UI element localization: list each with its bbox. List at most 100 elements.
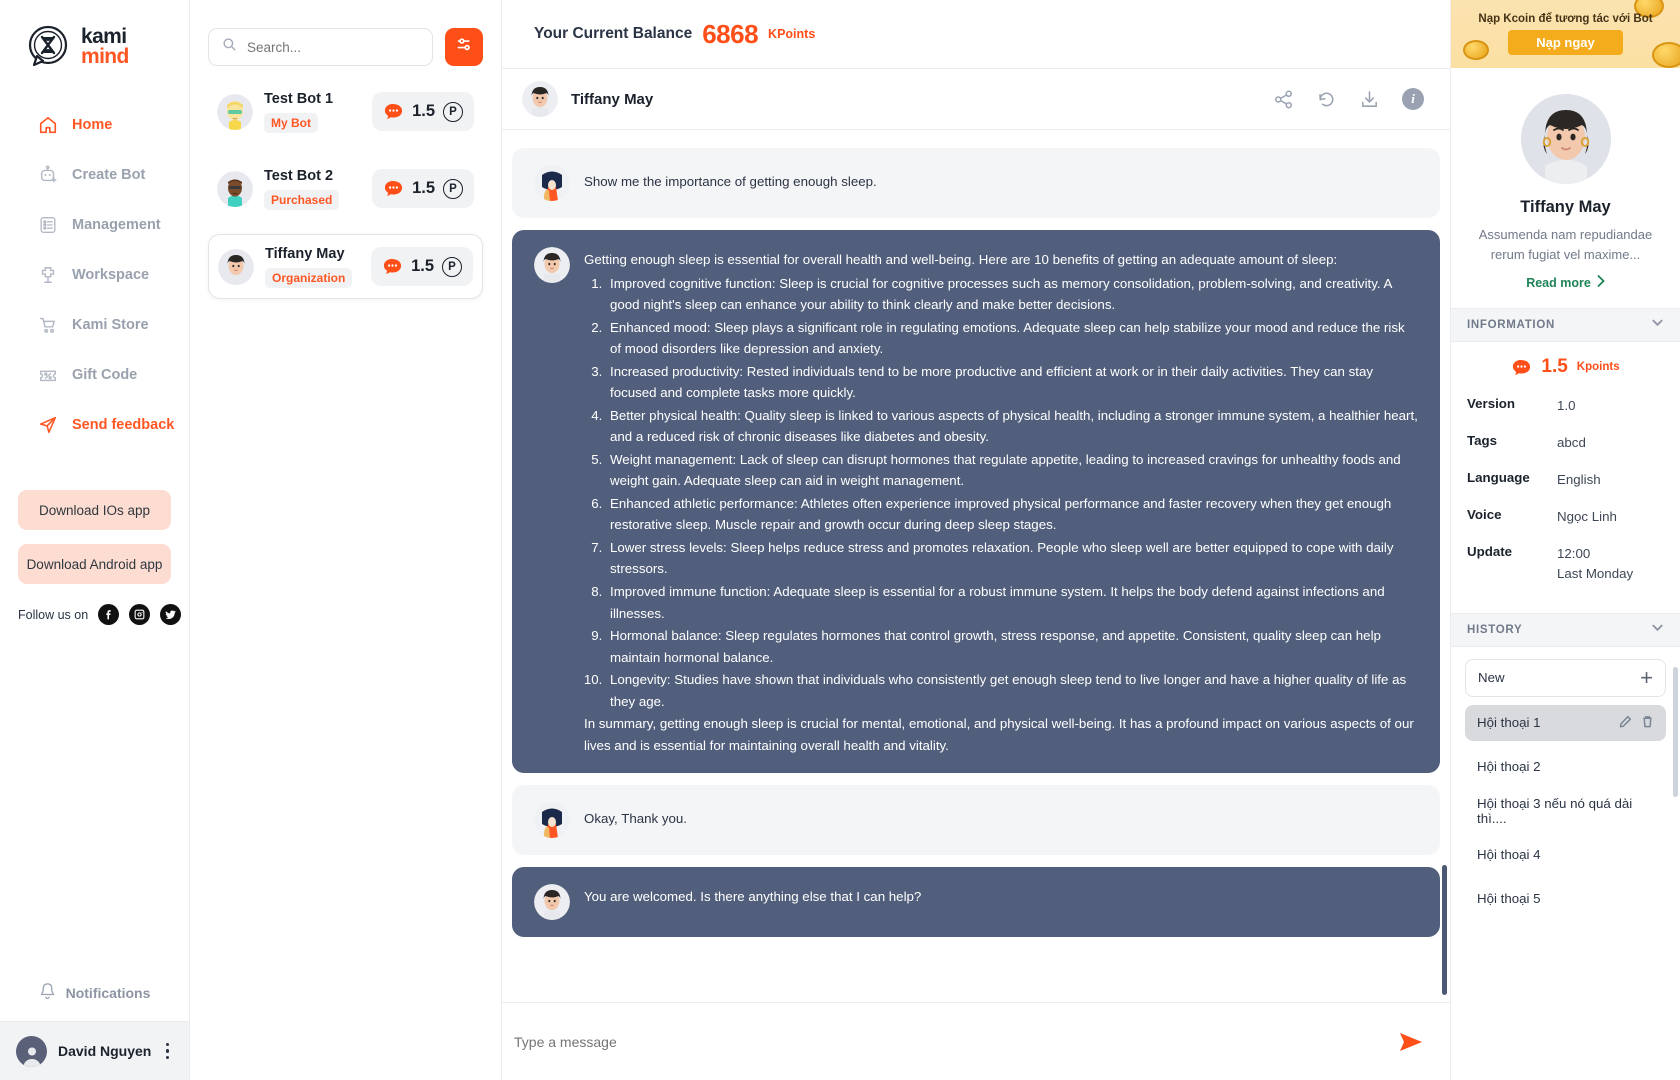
bot-avatar xyxy=(534,247,570,283)
chat-message-user: Okay, Thank you. xyxy=(512,785,1440,856)
history-item[interactable]: Hội thoại 3 nếu nó quá dài thì.... xyxy=(1465,793,1666,829)
bot-price-value: 1.5 xyxy=(412,179,435,197)
info-key: Update xyxy=(1467,543,1513,559)
bot-list-item[interactable]: Test Bot 2 Purchased 1.5 P xyxy=(208,157,483,220)
sidebar-item-workspace[interactable]: Workspace xyxy=(0,250,189,300)
chat-bubble-icon xyxy=(383,101,404,122)
filter-sliders-icon xyxy=(455,35,474,59)
list-item: Improved cognitive function: Sleep is cr… xyxy=(606,273,1418,316)
send-feedback-icon xyxy=(38,415,58,435)
sidebar-item-label: Gift Code xyxy=(72,367,138,383)
chat-header-avatar xyxy=(522,81,558,117)
history-item-label: Hội thoại 5 xyxy=(1477,891,1541,907)
read-more-link[interactable]: Read more xyxy=(1469,275,1662,290)
chat-header-name: Tiffany May xyxy=(571,90,654,108)
bot-avatar xyxy=(218,248,254,285)
edit-icon[interactable] xyxy=(1619,715,1632,731)
points-badge: P xyxy=(443,101,463,122)
chevron-right-icon xyxy=(1597,275,1605,290)
download-android-button[interactable]: Download Android app xyxy=(18,544,171,584)
bot-tag: Organization xyxy=(265,268,353,288)
history-scrollbar[interactable] xyxy=(1673,666,1678,797)
bot-tag: Purchased xyxy=(264,190,340,210)
chat-bubble-icon xyxy=(383,178,404,199)
instagram-icon[interactable] xyxy=(129,604,151,625)
bot-meta: Tiffany May Organization xyxy=(265,245,360,288)
sidebar-item-label: Management xyxy=(72,217,161,233)
search-input[interactable] xyxy=(247,39,419,55)
history-item-label: Hội thoại 1 xyxy=(1477,715,1541,731)
chat-message-bot: You are welcomed. Is there anything else… xyxy=(512,867,1440,938)
information-section-header[interactable]: INFORMATION xyxy=(1451,308,1680,342)
list-item: Increased productivity: Rested individua… xyxy=(606,361,1418,404)
bot-price-value: 1.5 xyxy=(412,102,435,120)
info-value: 1.0 xyxy=(1557,398,1576,413)
answer-intro: Getting enough sleep is essential for ov… xyxy=(584,252,1338,267)
app-root: kami mind Home Create Bot Management Wor… xyxy=(0,0,1680,1080)
search-box[interactable] xyxy=(208,28,433,66)
info-row-update: Update 12:00 Last Monday xyxy=(1467,544,1664,584)
sidebar-item-label: Kami Store xyxy=(72,317,149,333)
message-composer xyxy=(502,1002,1450,1080)
brand-text: kami mind xyxy=(81,27,129,67)
chat-scrollbar[interactable] xyxy=(1442,865,1447,995)
user-avatar xyxy=(534,802,570,839)
history-item[interactable]: Hội thoại 1 xyxy=(1465,704,1666,741)
history-item[interactable]: Hội thoại 2 xyxy=(1465,749,1666,785)
balance-unit: KPoints xyxy=(768,27,816,41)
download-ios-button[interactable]: Download IOs app xyxy=(18,490,171,530)
bot-price: 1.5 P xyxy=(372,169,474,208)
share-icon[interactable] xyxy=(1273,89,1294,110)
new-conversation-button[interactable]: New + xyxy=(1465,658,1666,697)
twitter-icon[interactable] xyxy=(160,604,182,625)
chat-header: Tiffany May i xyxy=(502,68,1450,130)
history-item[interactable]: Hội thoại 4 xyxy=(1465,837,1666,873)
info-icon[interactable]: i xyxy=(1402,88,1424,110)
promo-button[interactable]: Nạp ngay xyxy=(1508,30,1623,55)
chat-header-actions: i xyxy=(1273,88,1424,110)
chat-messages: Show me the importance of getting enough… xyxy=(502,130,1450,1002)
search-row xyxy=(208,28,483,66)
list-item: Longevity: Studies have shown that indiv… xyxy=(606,669,1418,712)
user-profile-row[interactable]: David Nguyen xyxy=(0,1022,189,1080)
notifications-button[interactable]: Notifications xyxy=(0,964,189,1022)
bot-list-item[interactable]: Test Bot 1 My Bot 1.5 P xyxy=(208,80,483,143)
history-section-header[interactable]: HISTORY xyxy=(1451,612,1680,647)
refresh-icon[interactable] xyxy=(1316,89,1337,110)
info-value: 12:00 Last Monday xyxy=(1557,545,1634,581)
bot-price: 1.5 P xyxy=(372,92,474,131)
facebook-icon[interactable] xyxy=(98,604,120,625)
balance-value: 6868 xyxy=(702,18,759,49)
sidebar-item-kami-store[interactable]: Kami Store xyxy=(0,300,189,350)
history-section-title: HISTORY xyxy=(1467,623,1523,636)
download-buttons: Download IOs app Download Android app xyxy=(0,490,189,598)
info-value: Ngọc Linh xyxy=(1557,508,1617,524)
bot-name: Test Bot 1 xyxy=(264,91,334,107)
bot-name: Tiffany May xyxy=(265,246,345,262)
bot-list-item-selected[interactable]: Tiffany May Organization 1.5 P xyxy=(208,234,483,299)
home-icon xyxy=(38,115,58,135)
sidebar-item-management[interactable]: Management xyxy=(0,200,189,250)
sidebar-item-home[interactable]: Home xyxy=(0,100,189,150)
more-options-icon[interactable] xyxy=(165,1042,174,1060)
history-item[interactable]: Hội thoại 5 xyxy=(1465,881,1666,917)
sidebar-item-send-feedback[interactable]: Send feedback xyxy=(0,400,189,450)
bot-price: 1.5 P xyxy=(371,247,473,286)
follow-us-block: Follow us on xyxy=(0,598,189,625)
chat-message-text: Okay, Thank you. xyxy=(584,811,687,827)
brand-logo-block[interactable]: kami mind xyxy=(0,0,189,70)
sidebar-item-gift-code[interactable]: Gift Code xyxy=(0,350,189,400)
info-row-version: Version 1.0 xyxy=(1467,396,1664,416)
user-avatar xyxy=(534,165,570,201)
message-input[interactable] xyxy=(514,1033,1384,1050)
history-item-label: Hội thoại 4 xyxy=(1477,847,1541,863)
download-icon[interactable] xyxy=(1359,89,1380,110)
filter-button[interactable] xyxy=(445,28,483,66)
send-icon[interactable] xyxy=(1398,1029,1424,1055)
sidebar-item-create-bot[interactable]: Create Bot xyxy=(0,150,189,200)
bot-profile-description: Assumenda nam repudiandae rerum fugiat v… xyxy=(1478,227,1653,262)
promo-text: Nạp Kcoin để tương tác với Bot xyxy=(1478,13,1653,25)
delete-icon[interactable] xyxy=(1641,715,1654,731)
chat-message-text: Show me the importance of getting enough… xyxy=(584,174,877,189)
plus-icon: + xyxy=(1640,664,1653,690)
